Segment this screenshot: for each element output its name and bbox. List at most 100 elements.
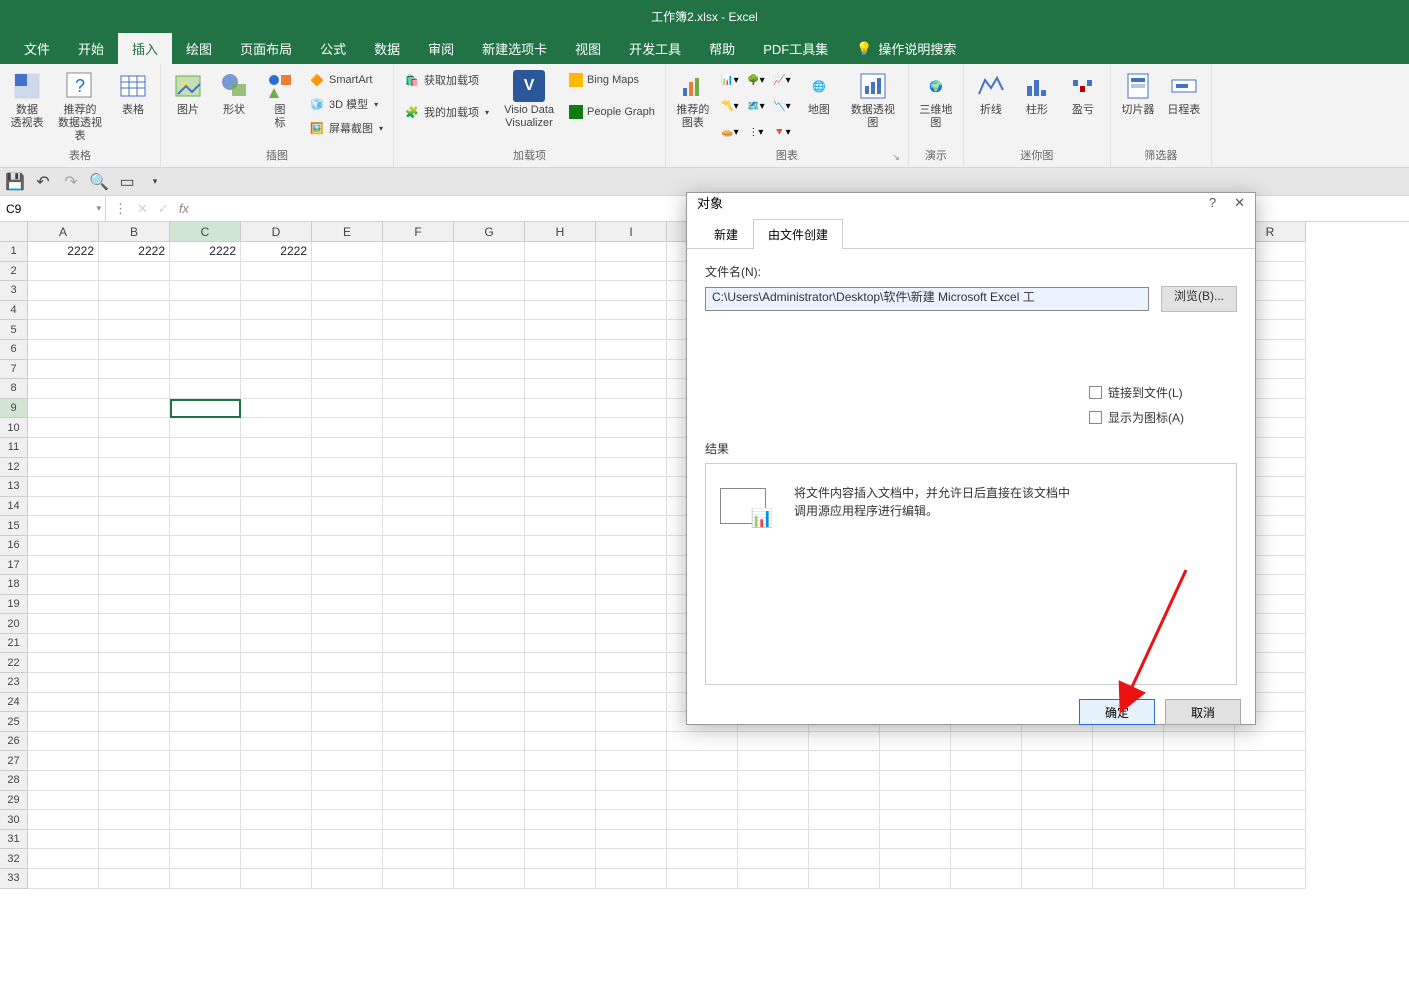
cell[interactable]: [170, 732, 241, 752]
cell[interactable]: [525, 791, 596, 811]
row-header-13[interactable]: 13: [0, 477, 28, 497]
cell[interactable]: [1164, 830, 1235, 850]
cell[interactable]: [1093, 869, 1164, 889]
cell[interactable]: [1235, 771, 1306, 791]
cell[interactable]: [383, 320, 454, 340]
cell[interactable]: [99, 673, 170, 693]
chart-pie[interactable]: 🥧▾: [718, 120, 742, 144]
col-header-E[interactable]: E: [312, 222, 383, 242]
cell[interactable]: [383, 693, 454, 713]
cell[interactable]: [241, 340, 312, 360]
row-header-22[interactable]: 22: [0, 653, 28, 673]
cell[interactable]: [525, 340, 596, 360]
cell[interactable]: [525, 653, 596, 673]
cell[interactable]: [1093, 751, 1164, 771]
my-addins-button[interactable]: 🧩我的加载项▾: [400, 100, 493, 124]
cell[interactable]: [454, 732, 525, 752]
cell[interactable]: [312, 595, 383, 615]
row-header-9[interactable]: 9: [0, 399, 28, 419]
cell[interactable]: [667, 849, 738, 869]
cell[interactable]: [596, 418, 667, 438]
cell[interactable]: [667, 791, 738, 811]
cell[interactable]: [170, 301, 241, 321]
cell[interactable]: [596, 614, 667, 634]
qat-btn-5[interactable]: ▭: [118, 173, 136, 191]
tab-data[interactable]: 数据: [360, 33, 414, 64]
cell[interactable]: [170, 360, 241, 380]
cell[interactable]: [525, 360, 596, 380]
cell[interactable]: [170, 693, 241, 713]
row-header-23[interactable]: 23: [0, 673, 28, 693]
row-header-15[interactable]: 15: [0, 516, 28, 536]
cell[interactable]: [454, 771, 525, 791]
cell[interactable]: [1235, 849, 1306, 869]
cell[interactable]: [170, 516, 241, 536]
cell[interactable]: [170, 438, 241, 458]
col-header-B[interactable]: B: [99, 222, 170, 242]
cell[interactable]: [99, 438, 170, 458]
row-header-12[interactable]: 12: [0, 458, 28, 478]
browse-button[interactable]: 浏览(B)...: [1161, 286, 1237, 312]
cell[interactable]: [241, 830, 312, 850]
cell[interactable]: [1235, 751, 1306, 771]
cell[interactable]: [454, 595, 525, 615]
cell[interactable]: [383, 458, 454, 478]
cell[interactable]: [383, 516, 454, 536]
cell[interactable]: [596, 301, 667, 321]
tell-me[interactable]: 💡 操作说明搜索: [842, 33, 970, 64]
cell[interactable]: [241, 477, 312, 497]
cell[interactable]: [738, 791, 809, 811]
cell[interactable]: [596, 477, 667, 497]
col-header-D[interactable]: D: [241, 222, 312, 242]
col-header-G[interactable]: G: [454, 222, 525, 242]
cell[interactable]: [99, 399, 170, 419]
cell[interactable]: [596, 869, 667, 889]
cell[interactable]: [596, 516, 667, 536]
cell[interactable]: [1164, 810, 1235, 830]
cell[interactable]: [454, 340, 525, 360]
cell[interactable]: [312, 477, 383, 497]
cell[interactable]: [28, 771, 99, 791]
chart-line[interactable]: 〽️▾: [718, 94, 742, 118]
cell[interactable]: [312, 262, 383, 282]
cell[interactable]: [312, 379, 383, 399]
cell[interactable]: [28, 301, 99, 321]
fx-cancel[interactable]: ✕: [137, 201, 148, 217]
cell[interactable]: [1164, 751, 1235, 771]
cell[interactable]: [28, 575, 99, 595]
cell[interactable]: [454, 849, 525, 869]
cell[interactable]: [241, 281, 312, 301]
cell[interactable]: [951, 751, 1022, 771]
cell[interactable]: [1164, 791, 1235, 811]
cell[interactable]: [241, 810, 312, 830]
cell[interactable]: [312, 340, 383, 360]
cell[interactable]: [525, 556, 596, 576]
cell[interactable]: [1093, 810, 1164, 830]
cell[interactable]: [383, 869, 454, 889]
tab-pdf[interactable]: PDF工具集: [749, 33, 842, 64]
cell[interactable]: [383, 477, 454, 497]
cell[interactable]: [454, 810, 525, 830]
row-header-29[interactable]: 29: [0, 791, 28, 811]
cell[interactable]: [312, 399, 383, 419]
cell[interactable]: [312, 634, 383, 654]
cell[interactable]: [241, 438, 312, 458]
cell[interactable]: [312, 575, 383, 595]
cell[interactable]: [241, 673, 312, 693]
cell[interactable]: [28, 262, 99, 282]
tab-new[interactable]: 新建选项卡: [468, 33, 561, 64]
cell[interactable]: [28, 399, 99, 419]
cell[interactable]: [241, 399, 312, 419]
cell[interactable]: [596, 340, 667, 360]
cell[interactable]: [1093, 771, 1164, 791]
cell[interactable]: [525, 301, 596, 321]
row-header-17[interactable]: 17: [0, 556, 28, 576]
row-header-3[interactable]: 3: [0, 281, 28, 301]
cell[interactable]: [1235, 830, 1306, 850]
tab-create-new[interactable]: 新建: [699, 219, 753, 249]
cell[interactable]: [99, 810, 170, 830]
col-header-I[interactable]: I: [596, 222, 667, 242]
cell[interactable]: [454, 614, 525, 634]
cell[interactable]: [880, 732, 951, 752]
chart-hier[interactable]: 🌳▾: [744, 68, 768, 92]
